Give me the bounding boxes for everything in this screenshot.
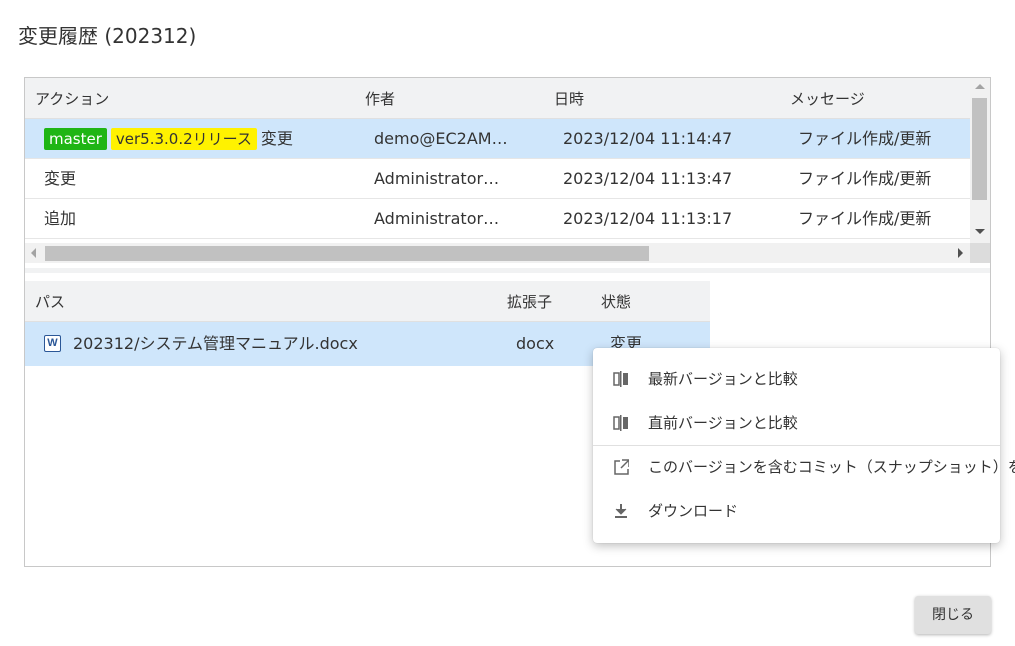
ext-cell: docx: [516, 334, 555, 353]
history-header: アクション 作者 日時 メッセージ: [25, 78, 970, 119]
message-cell: ファイル作成/更新: [798, 209, 932, 228]
path-cell: 202312/システム管理マニュアル.docx: [73, 334, 358, 353]
history-row[interactable]: 追加 Administrator… 2023/12/04 11:13:17 ファ…: [25, 199, 970, 239]
column-header-status[interactable]: 状態: [601, 281, 631, 322]
menu-item-compare-previous[interactable]: 直前バージョンと比較: [593, 402, 1000, 444]
author-cell: Administrator…: [374, 169, 500, 188]
history-row[interactable]: master ver5.3.0.2リリース 変更 demo@EC2AM… 2023/…: [25, 119, 970, 159]
scroll-right-icon[interactable]: [958, 248, 963, 258]
version-tag: ver5.3.0.2リリース: [110, 127, 257, 150]
menu-item-label: 最新バージョンと比較: [648, 370, 798, 388]
horizontal-scroll-thumb[interactable]: [45, 246, 649, 261]
menu-item-open-commit[interactable]: このバージョンを含むコミット（スナップショット）を開く: [593, 446, 1015, 488]
menu-item-label: 直前バージョンと比較: [648, 414, 798, 432]
files-header: パス 拡張子 状態: [25, 281, 710, 322]
word-doc-icon: W: [44, 335, 61, 352]
column-header-action[interactable]: アクション: [35, 78, 109, 119]
menu-item-label: このバージョンを含むコミット（スナップショット）を開く: [648, 458, 1015, 476]
vertical-scrollbar[interactable]: [970, 78, 990, 243]
scroll-up-icon[interactable]: [975, 84, 985, 89]
compare-icon: [613, 371, 628, 387]
action-cell: 変更: [44, 169, 77, 188]
close-button[interactable]: 閉じる: [915, 596, 991, 634]
pane-splitter[interactable]: [25, 268, 990, 273]
dialog-title: 変更履歴 (202312): [18, 24, 197, 48]
menu-item-download[interactable]: ダウンロード: [593, 490, 1000, 532]
column-header-datetime[interactable]: 日時: [554, 78, 584, 119]
download-icon: [615, 504, 627, 518]
column-header-author[interactable]: 作者: [365, 78, 395, 119]
column-header-path[interactable]: パス: [35, 281, 65, 322]
menu-item-label: ダウンロード: [648, 502, 739, 520]
action-cell: 追加: [44, 209, 77, 228]
branch-tag: master: [44, 127, 107, 150]
action-label: 変更: [260, 129, 293, 148]
datetime-cell: 2023/12/04 11:13:47: [563, 169, 733, 188]
history-grid: アクション 作者 日時 メッセージ master ver5.3.0.2リリース 変更…: [25, 78, 990, 264]
vertical-scroll-thumb[interactable]: [972, 98, 987, 200]
open-external-icon: [614, 459, 629, 475]
message-cell: ファイル作成/更新: [798, 129, 932, 148]
column-header-message[interactable]: メッセージ: [790, 78, 865, 119]
menu-item-compare-latest[interactable]: 最新バージョンと比較: [593, 358, 1000, 400]
action-cell: master ver5.3.0.2リリース 変更: [44, 119, 293, 159]
column-header-ext[interactable]: 拡張子: [507, 281, 552, 322]
context-menu: 最新バージョンと比較 直前バージョンと比較 このバージョンを含むコミット（スナッ…: [593, 348, 1015, 543]
datetime-cell: 2023/12/04 11:13:17: [563, 209, 733, 228]
horizontal-scrollbar[interactable]: [25, 243, 970, 263]
scroll-down-icon[interactable]: [975, 229, 985, 234]
author-cell: Administrator…: [374, 209, 500, 228]
scrollbar-corner: [970, 243, 990, 263]
message-cell: ファイル作成/更新: [798, 169, 932, 188]
history-row[interactable]: 変更 Administrator… 2023/12/04 11:13:47 ファ…: [25, 159, 970, 199]
datetime-cell: 2023/12/04 11:14:47: [563, 129, 733, 148]
author-cell: demo@EC2AM…: [374, 129, 508, 148]
scroll-left-icon[interactable]: [31, 248, 36, 258]
compare-icon: [613, 415, 628, 431]
